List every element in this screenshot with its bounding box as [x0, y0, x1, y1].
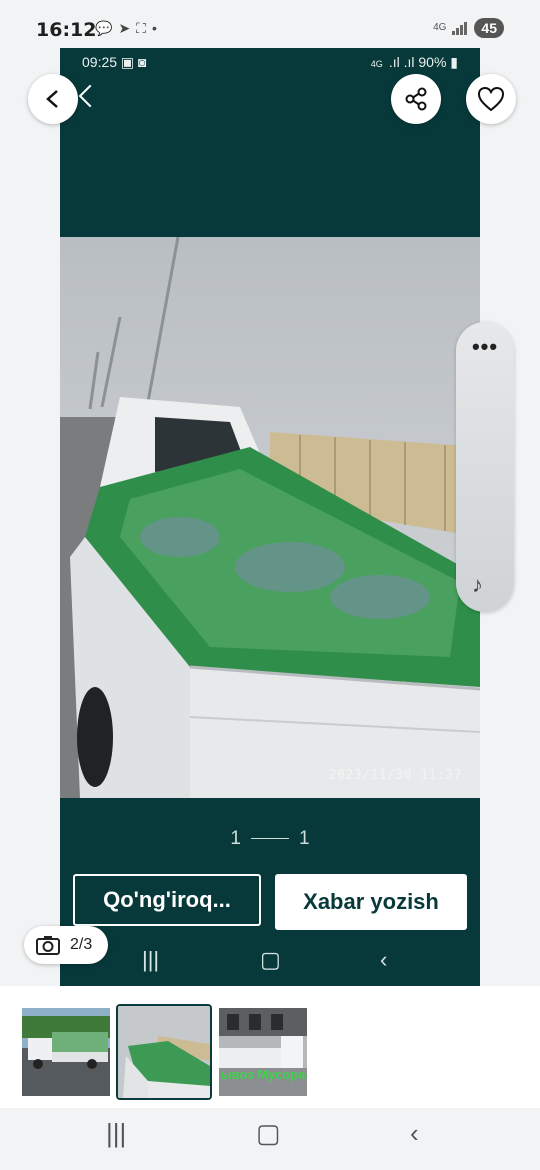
network-type: 4G [433, 22, 447, 33]
inner-nav-bar: ||| ▢ ‹ [60, 943, 480, 983]
viewed-image: 09:25 ▣ ◙ 4G .ıl .ıl 90% ▮ 2023/11/30 11… [60, 48, 480, 986]
inner-back-icon [78, 84, 102, 108]
side-panel[interactable]: ••• ♪ [456, 322, 514, 612]
inner-time: 09:25 ▣ ◙ [82, 54, 147, 70]
notification-icons: 💬➤⛶• [95, 20, 163, 37]
status-time: 16:12 [36, 19, 97, 41]
status-bar: 16:12 💬➤⛶• 4G 45 [0, 0, 540, 48]
favorite-button[interactable] [466, 74, 516, 124]
image-counter: 2/3 [24, 926, 108, 964]
inner-battery: 4G .ıl .ıl 90% ▮ [370, 54, 458, 70]
system-nav-bar: ||| ▢ ‹ [0, 1108, 540, 1170]
screenshot-icon: ⛶ [136, 20, 152, 36]
camera-icon [36, 936, 60, 955]
inner-home-icon: ▢ [260, 947, 281, 972]
signal-icon [452, 21, 468, 35]
thumbnail-3[interactable]: ывоз Мусора [219, 1008, 307, 1096]
battery-level: 45 [474, 18, 504, 38]
more-dots-icon[interactable]: ••• [456, 334, 514, 360]
status-right: 4G 45 [433, 18, 504, 38]
thumbnail-strip: ывоз Мусора [0, 986, 540, 1108]
music-note-icon[interactable]: ♪ [472, 572, 483, 598]
inner-pager: 11 [230, 828, 310, 849]
share-icon [405, 87, 427, 111]
back-nav-button[interactable]: ‹ [410, 1118, 419, 1149]
dot-icon: • [151, 20, 163, 36]
back-arrow-icon [46, 90, 58, 108]
thumbnail-3-image [219, 1008, 307, 1096]
recent-apps-button[interactable]: ||| [106, 1118, 126, 1149]
photo-timestamp: 2023/11/30 11:37 [328, 768, 462, 783]
thumbnail-3-caption: ывоз Мусора [220, 1067, 306, 1082]
chat-bubble-icon: 💬 [95, 20, 119, 36]
inner-call-button: Qo'ng'iroq... [73, 874, 261, 926]
thumbnail-1-image [22, 1008, 110, 1096]
back-button[interactable] [28, 74, 78, 124]
home-button[interactable]: ▢ [256, 1118, 281, 1149]
counter-text: 2/3 [70, 936, 93, 953]
heart-icon [477, 86, 505, 112]
thumbnail-1[interactable] [22, 1008, 110, 1096]
thumbnail-2-image [118, 1006, 210, 1098]
truck-photo: 2023/11/30 11:37 [60, 237, 480, 798]
inner-back-nav-icon: ‹ [380, 947, 388, 972]
truck-illustration [60, 237, 480, 798]
inner-status-bar: 09:25 ▣ ◙ 4G .ıl .ıl 90% ▮ [60, 48, 480, 76]
inner-message-button: Xabar yozish [275, 874, 467, 930]
thumbnail-2[interactable] [116, 1004, 212, 1100]
inner-recent-icon: ||| [142, 947, 160, 972]
share-button[interactable] [391, 74, 441, 124]
telegram-icon: ➤ [118, 20, 137, 36]
